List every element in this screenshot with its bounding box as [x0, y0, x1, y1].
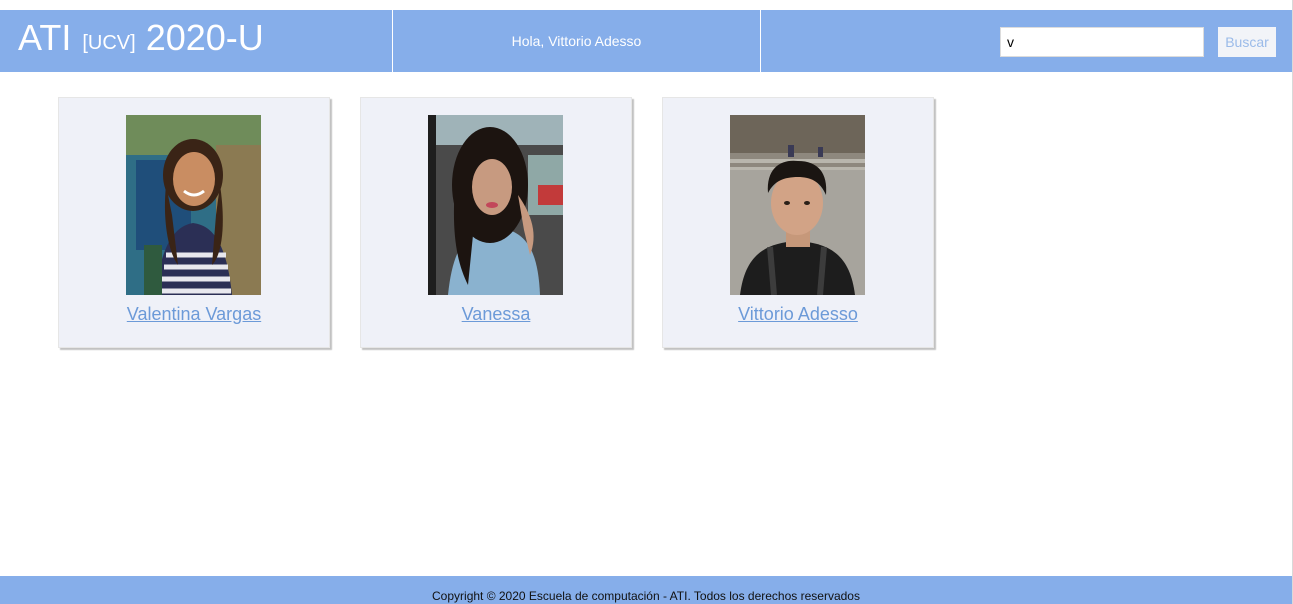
search-area: Buscar [761, 10, 1292, 72]
result-name-link[interactable]: Vittorio Adesso [663, 304, 933, 325]
profile-photo[interactable] [428, 115, 563, 295]
result-card: Valentina Vargas [58, 97, 330, 348]
profile-photo[interactable] [730, 115, 865, 295]
result-name-link[interactable]: Valentina Vargas [59, 304, 329, 325]
footer-copyright: Copyright © 2020 Escuela de computación … [0, 576, 1292, 604]
search-button[interactable]: Buscar [1218, 27, 1276, 57]
result-card: Vittorio Adesso [662, 97, 934, 348]
profile-photo[interactable] [126, 115, 261, 295]
page: ATI [UCV] 2020-U Hola, Vittorio Adesso B… [0, 0, 1293, 604]
top-header: ATI [UCV] 2020-U Hola, Vittorio Adesso B… [0, 10, 1292, 72]
result-card: Vanessa [360, 97, 632, 348]
brand-university: [UCV] [82, 31, 136, 54]
site-brand: ATI [UCV] 2020-U [0, 10, 393, 72]
brand-title: ATI [18, 17, 72, 58]
user-greeting: Hola, Vittorio Adesso [393, 10, 761, 72]
brand-term: 2020-U [145, 17, 264, 58]
search-input[interactable] [1000, 27, 1204, 57]
result-name-link[interactable]: Vanessa [361, 304, 631, 325]
